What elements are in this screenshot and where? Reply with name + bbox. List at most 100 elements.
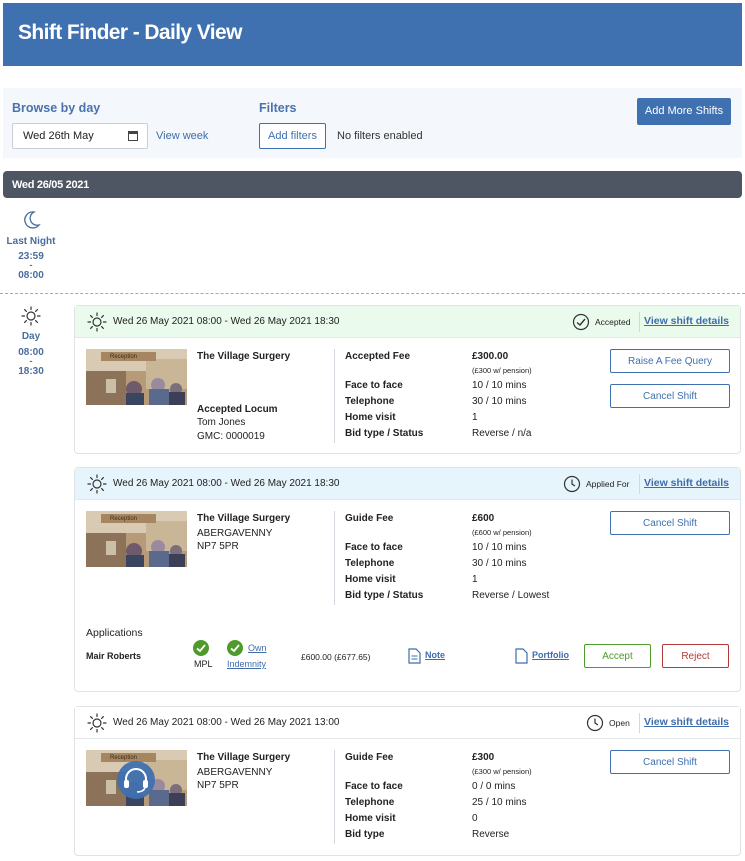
bid-type-label: Bid type / Status bbox=[345, 590, 424, 601]
view-shift-details-link[interactable]: View shift details bbox=[644, 716, 729, 728]
cancel-shift-button[interactable]: Cancel Shift bbox=[610, 750, 730, 774]
filters-label: Filters bbox=[259, 101, 297, 115]
face-value: 10 / 10 mins bbox=[472, 542, 527, 553]
telephone-label: Telephone bbox=[345, 396, 395, 407]
practice-photo: Reception bbox=[86, 511, 187, 567]
home-visit-label: Home visit bbox=[345, 574, 396, 585]
practice-postcode: NP7 5PR bbox=[197, 780, 239, 791]
view-shift-details-link[interactable]: View shift details bbox=[644, 477, 729, 489]
home-visit-value: 0 bbox=[472, 813, 478, 824]
applications-heading: Applications bbox=[86, 627, 143, 639]
telephone-label: Telephone bbox=[345, 558, 395, 569]
divider bbox=[639, 474, 640, 494]
divider bbox=[0, 293, 745, 294]
portfolio-link[interactable]: Portfolio bbox=[532, 650, 569, 660]
day-label: Day bbox=[21, 331, 41, 342]
practice-postcode: NP7 5PR bbox=[197, 541, 239, 552]
telephone-value: 25 / 10 mins bbox=[472, 797, 527, 808]
photo-sign-text: Reception bbox=[110, 354, 137, 360]
status-badge: Open bbox=[609, 718, 630, 728]
browse-by-day-label: Browse by day bbox=[12, 101, 101, 115]
moon-icon bbox=[24, 211, 41, 229]
application-amount: £600.00 (£677.65) bbox=[301, 652, 371, 662]
bid-type-value: Reverse / Lowest bbox=[472, 590, 550, 601]
fee-label: Guide Fee bbox=[345, 752, 394, 763]
shift-card: Wed 26 May 2021 08:00 - Wed 26 May 2021 … bbox=[74, 305, 741, 454]
face-value: 10 / 10 mins bbox=[472, 380, 527, 391]
filter-bar: Browse by day Wed 26th May View week Fil… bbox=[3, 88, 742, 158]
raise-fee-query-button[interactable]: Raise A Fee Query bbox=[610, 349, 730, 373]
headset-icon[interactable] bbox=[116, 760, 156, 800]
practice-town: ABERGAVENNY bbox=[197, 528, 273, 539]
shift-card: Wed 26 May 2021 08:00 - Wed 26 May 2021 … bbox=[74, 706, 741, 856]
own-indemnity-link[interactable]: Own bbox=[248, 643, 267, 653]
bid-type-label: Bid type bbox=[345, 829, 385, 840]
applicant-name: Mair Roberts bbox=[86, 651, 142, 661]
check-circle-icon bbox=[227, 640, 243, 656]
telephone-label: Telephone bbox=[345, 797, 395, 808]
divider bbox=[639, 312, 640, 332]
shift-card-header: Wed 26 May 2021 08:00 - Wed 26 May 2021 … bbox=[75, 707, 740, 739]
shift-time: Wed 26 May 2021 08:00 - Wed 26 May 2021 … bbox=[113, 717, 340, 728]
document-icon[interactable] bbox=[515, 648, 528, 664]
no-filters-text: No filters enabled bbox=[337, 130, 423, 142]
note-link[interactable]: Note bbox=[425, 650, 445, 660]
sun-icon bbox=[21, 306, 41, 326]
date-value: Wed 26th May bbox=[23, 130, 94, 142]
shift-time: Wed 26 May 2021 08:00 - Wed 26 May 2021 … bbox=[113, 478, 340, 489]
face-value: 0 / 0 mins bbox=[472, 781, 516, 792]
last-night-end: 08:00 bbox=[18, 270, 44, 281]
telephone-value: 30 / 10 mins bbox=[472, 396, 527, 407]
telephone-value: 30 / 10 mins bbox=[472, 558, 527, 569]
accept-button[interactable]: Accept bbox=[584, 644, 651, 668]
last-night-label: Last Night bbox=[6, 236, 56, 247]
home-visit-value: 1 bbox=[472, 412, 478, 423]
shift-card: Wed 26 May 2021 08:00 - Wed 26 May 2021 … bbox=[74, 467, 741, 692]
fee-label: Accepted Fee bbox=[345, 351, 411, 362]
fee-label: Guide Fee bbox=[345, 513, 394, 524]
date-picker[interactable]: Wed 26th May bbox=[12, 123, 148, 149]
locum-label: Accepted Locum bbox=[197, 404, 278, 415]
fee-value: £600 bbox=[472, 513, 495, 524]
status-badge: Accepted bbox=[595, 317, 631, 327]
face-label: Face to face bbox=[345, 380, 403, 391]
locum-gmc: GMC: 0000019 bbox=[197, 431, 265, 442]
reject-button[interactable]: Reject bbox=[662, 644, 729, 668]
locum-name: Tom Jones bbox=[197, 417, 246, 428]
home-visit-label: Home visit bbox=[345, 813, 396, 824]
cancel-shift-button[interactable]: Cancel Shift bbox=[610, 511, 730, 535]
check-circle-icon bbox=[193, 640, 209, 656]
document-icon[interactable] bbox=[408, 648, 421, 664]
divider bbox=[334, 511, 335, 605]
view-week-link[interactable]: View week bbox=[156, 130, 208, 142]
shift-time: Wed 26 May 2021 08:00 - Wed 26 May 2021 … bbox=[113, 316, 340, 327]
app-header: Shift Finder - Daily View bbox=[3, 3, 742, 66]
divider bbox=[334, 349, 335, 443]
practice-town: ABERGAVENNY bbox=[197, 767, 273, 778]
practice-name: The Village Surgery bbox=[197, 351, 291, 362]
practice-name: The Village Surgery bbox=[197, 752, 291, 763]
shift-card-header: Wed 26 May 2021 08:00 - Wed 26 May 2021 … bbox=[75, 306, 740, 338]
view-shift-details-link[interactable]: View shift details bbox=[644, 315, 729, 327]
fee-value: £300 bbox=[472, 752, 495, 763]
fee-note: (£300 w/ pension) bbox=[472, 767, 532, 776]
bid-type-value: Reverse bbox=[472, 829, 510, 840]
divider bbox=[334, 750, 335, 844]
add-more-shifts-button[interactable]: Add More Shifts bbox=[637, 98, 731, 125]
fee-note: (£300 w/ pension) bbox=[472, 366, 532, 375]
day-bar: Wed 26/05 2021 bbox=[3, 171, 742, 198]
add-filters-button[interactable]: Add filters bbox=[259, 123, 326, 149]
bid-type-value: Reverse / n/a bbox=[472, 428, 532, 439]
face-label: Face to face bbox=[345, 781, 403, 792]
clock-icon bbox=[586, 714, 604, 732]
check-circle-icon bbox=[572, 313, 590, 331]
cancel-shift-button[interactable]: Cancel Shift bbox=[610, 384, 730, 408]
face-label: Face to face bbox=[345, 542, 403, 553]
own-indemnity-link[interactable]: Indemnity bbox=[227, 659, 266, 669]
fee-note: (£600 w/ pension) bbox=[472, 528, 532, 537]
status-badge: Applied For bbox=[586, 479, 630, 489]
sun-icon bbox=[87, 474, 107, 494]
photo-sign-text: Reception bbox=[110, 516, 137, 522]
fee-value: £300.00 bbox=[472, 351, 509, 362]
calendar-icon[interactable] bbox=[128, 131, 138, 141]
